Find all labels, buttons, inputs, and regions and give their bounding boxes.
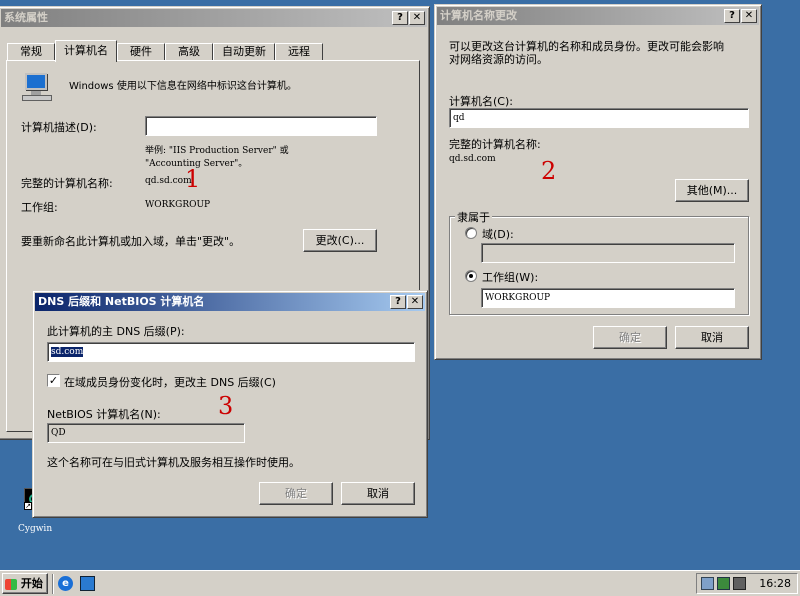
description-input[interactable] — [145, 116, 377, 136]
rename-instruction: 要重新命名此计算机或加入域，单击"更改"。 — [21, 235, 241, 248]
shortcut-arrow-icon: ↗ — [24, 502, 32, 510]
show-desktop-icon[interactable] — [80, 576, 95, 591]
workgroup-input[interactable]: WORKGROUP — [481, 288, 735, 308]
domain-input[interactable] — [481, 243, 735, 263]
primary-suffix-input[interactable]: sd.com — [47, 342, 415, 362]
intro-text: Windows 使用以下信息在网络中标识这台计算机。 — [69, 81, 297, 92]
full-name-label: 完整的计算机名称: — [21, 177, 113, 190]
start-button[interactable]: 开始 — [2, 573, 48, 594]
dns-dialog-title: DNS 后缀和 NetBIOS 计算机名 — [38, 295, 205, 308]
primary-suffix-value: sd.com — [51, 347, 84, 357]
netbios-input[interactable]: QD — [47, 423, 245, 443]
full-name-label: 完整的计算机名称: — [449, 138, 541, 151]
domain-label: 域(D): — [482, 228, 514, 241]
change-suffix-checkbox[interactable]: ✓ — [47, 374, 60, 387]
dns-dialog-titlebar[interactable]: DNS 后缀和 NetBIOS 计算机名 ? ✕ — [35, 293, 425, 311]
dns-suffix-dialog: DNS 后缀和 NetBIOS 计算机名 ? ✕ 此计算机的主 DNS 后缀(P… — [32, 290, 428, 518]
internet-explorer-icon[interactable]: e — [58, 576, 73, 591]
system-properties-titlebar[interactable]: 系统属性 ? ✕ — [1, 9, 427, 27]
other-button[interactable]: 其他(M)... — [675, 179, 749, 202]
cancel-button[interactable]: 取消 — [675, 326, 749, 349]
primary-suffix-label: 此计算机的主 DNS 后缀(P): — [47, 325, 185, 338]
annotation-2: 2 — [541, 157, 557, 185]
help-button[interactable]: ? — [724, 9, 740, 23]
close-button[interactable]: ✕ — [409, 11, 425, 25]
netbios-note: 这个名称可在与旧式计算机及服务相互操作时使用。 — [47, 456, 300, 469]
annotation-1: 1 — [185, 165, 201, 193]
tab-remote[interactable]: 远程 — [275, 43, 323, 61]
system-tray: 16:28 — [696, 573, 798, 594]
name-change-titlebar[interactable]: 计算机名称更改 ? ✕ — [437, 7, 759, 25]
netbios-label: NetBIOS 计算机名(N): — [47, 408, 161, 421]
taskbar: 开始 e 16:28 — [0, 570, 800, 596]
example-line-1: 举例: "IIS Production Server" 或 — [145, 146, 289, 156]
tab-hardware[interactable]: 硬件 — [117, 43, 165, 61]
workgroup-label: 工作组(W): — [482, 271, 539, 284]
computer-name-changes-window: 计算机名称更改 ? ✕ 可以更改这台计算机的名称和成员身份。更改可能会影响 对网… — [434, 4, 762, 360]
workgroup-value: WORKGROUP — [145, 200, 211, 210]
connection-tray-icon[interactable] — [717, 577, 730, 590]
close-button[interactable]: ✕ — [741, 9, 757, 23]
help-button[interactable]: ? — [392, 11, 408, 25]
close-button[interactable]: ✕ — [407, 295, 423, 309]
name-change-title: 计算机名称更改 — [440, 9, 517, 22]
cancel-button[interactable]: 取消 — [341, 482, 415, 505]
member-of-label: 隶属于 — [455, 209, 492, 225]
tab-computer-name[interactable]: 计算机名 — [55, 40, 117, 62]
workgroup-radio[interactable] — [465, 270, 477, 282]
change-button[interactable]: 更改(C)... — [303, 229, 377, 252]
tab-advanced[interactable]: 高级 — [165, 43, 213, 61]
windows-flag-icon — [5, 578, 17, 590]
annotation-3: 3 — [218, 392, 234, 420]
domain-radio[interactable] — [465, 227, 477, 239]
name-change-intro-2: 对网络资源的访问。 — [449, 53, 548, 66]
full-name-value: qd.sd.com — [449, 154, 496, 164]
ok-button[interactable]: 确定 — [259, 482, 333, 505]
volume-tray-icon[interactable] — [733, 577, 746, 590]
system-properties-title: 系统属性 — [4, 11, 48, 24]
workgroup-label: 工作组: — [21, 201, 58, 214]
help-button[interactable]: ? — [390, 295, 406, 309]
change-suffix-label[interactable]: 在域成员身份变化时，更改主 DNS 后缀(C) — [64, 374, 276, 390]
description-label: 计算机描述(D): — [21, 121, 97, 134]
computer-name-input[interactable]: qd — [449, 108, 749, 128]
ok-button[interactable]: 确定 — [593, 326, 667, 349]
cygwin-label: Cygwin — [18, 524, 53, 534]
clock[interactable]: 16:28 — [759, 577, 791, 590]
computer-name-label: 计算机名(C): — [449, 95, 513, 108]
network-tray-icon[interactable] — [701, 577, 714, 590]
quicklaunch-separator — [52, 574, 54, 594]
computer-network-icon — [21, 71, 55, 103]
tab-general[interactable]: 常规 — [7, 43, 55, 61]
tab-automatic-updates[interactable]: 自动更新 — [213, 43, 275, 61]
start-label: 开始 — [20, 577, 43, 590]
